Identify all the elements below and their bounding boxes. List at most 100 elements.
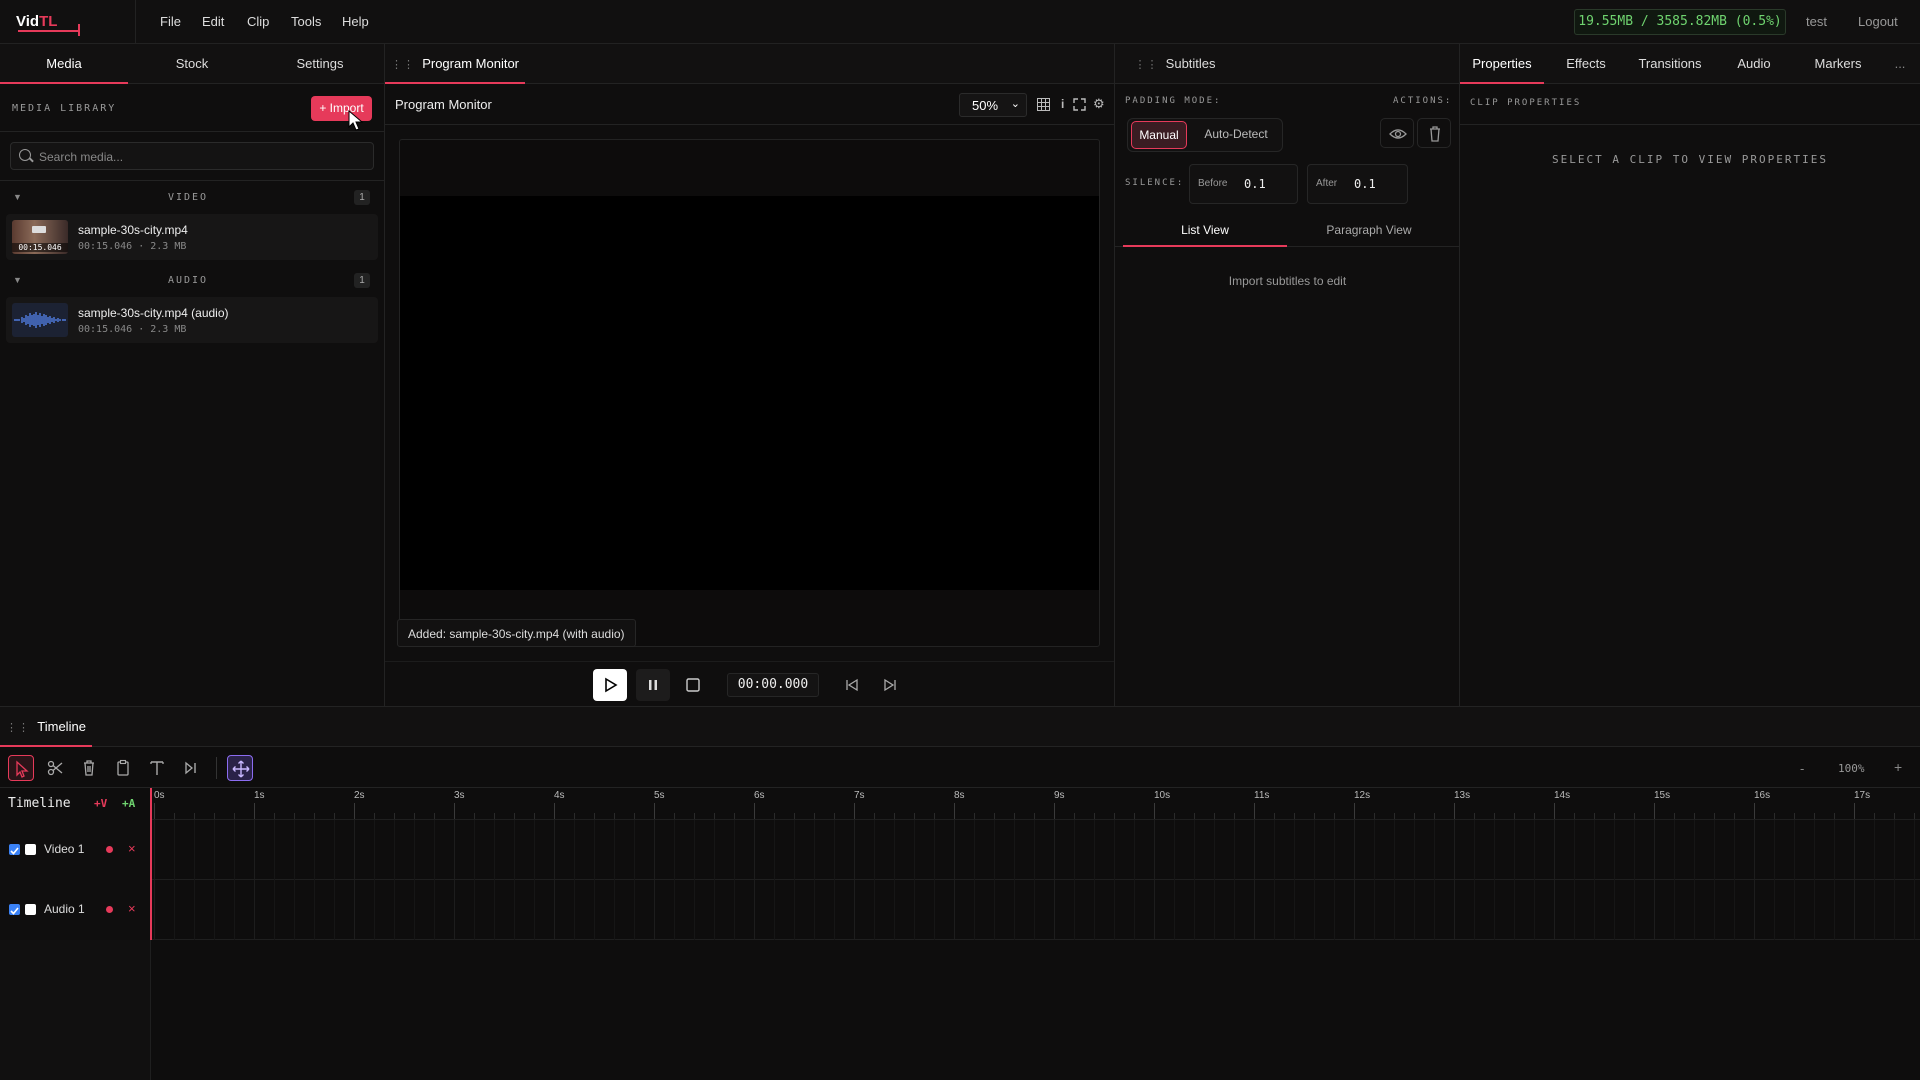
text-tool-button[interactable] <box>144 755 170 781</box>
snap-tool-button[interactable] <box>227 755 253 781</box>
remove-track-button[interactable]: × <box>128 841 136 856</box>
ruler-tick <box>1854 803 1855 819</box>
media-search[interactable] <box>10 142 374 170</box>
tab-markers[interactable]: Markers <box>1796 44 1880 84</box>
after-value[interactable]: 0.1 <box>1354 177 1376 191</box>
app-logo[interactable]: VidTL <box>0 0 136 44</box>
track-name: Video 1 <box>44 842 85 856</box>
divider <box>0 131 384 132</box>
ruler-minor-tick <box>1074 813 1075 819</box>
tab-program-monitor[interactable]: ⋮⋮ Program Monitor <box>385 44 525 84</box>
ripple-delete-button[interactable] <box>110 755 136 781</box>
tab-effects[interactable]: Effects <box>1544 44 1628 84</box>
track-lock-checkbox[interactable] <box>25 844 36 855</box>
track-visibility-checkbox[interactable] <box>9 844 20 855</box>
split-tool-button[interactable] <box>178 755 204 781</box>
menu-clip[interactable]: Clip <box>247 14 269 29</box>
grid-line <box>194 820 195 880</box>
grid-line <box>1874 820 1875 880</box>
section-audio-header[interactable]: ▼ AUDIO 1 <box>0 273 384 291</box>
gear-icon[interactable]: ⚙ <box>1093 96 1105 112</box>
tab-media[interactable]: Media <box>0 44 128 84</box>
grid-line <box>1334 880 1335 940</box>
menu-file[interactable]: File <box>160 14 181 29</box>
delete-clip-button[interactable] <box>76 755 102 781</box>
before-value[interactable]: 0.1 <box>1244 177 1266 191</box>
grid-line <box>1154 820 1155 880</box>
more-tabs-button[interactable]: ... <box>1880 44 1920 84</box>
grid-icon[interactable] <box>1037 98 1050 111</box>
tab-audio[interactable]: Audio <box>1712 44 1796 84</box>
section-video-header[interactable]: ▼ VIDEO 1 <box>0 190 384 208</box>
track-lane[interactable] <box>150 820 1920 880</box>
grid-line <box>254 820 255 880</box>
pause-button[interactable] <box>636 669 670 701</box>
skip-forward-icon[interactable] <box>883 678 897 692</box>
mode-manual-button[interactable]: Manual <box>1131 121 1187 149</box>
grid-line <box>1694 880 1695 940</box>
tab-stock[interactable]: Stock <box>128 44 256 84</box>
grid-line <box>294 820 295 880</box>
silence-after-field[interactable]: After 0.1 <box>1307 164 1408 204</box>
tab-paragraph-view[interactable]: Paragraph View <box>1287 215 1451 247</box>
razor-tool-button[interactable] <box>42 755 68 781</box>
search-input[interactable] <box>39 147 359 167</box>
drag-handle-icon[interactable]: ⋮⋮ <box>6 722 30 734</box>
mode-auto-detect-button[interactable]: Auto-Detect <box>1193 121 1279 149</box>
monitor-zoom-select[interactable]: 50% ⌄ <box>959 93 1027 117</box>
info-icon[interactable]: i <box>1061 97 1064 111</box>
record-icon[interactable] <box>106 846 113 853</box>
track-lock-checkbox[interactable] <box>25 904 36 915</box>
toggle-visibility-button[interactable] <box>1380 118 1414 148</box>
add-audio-track-button[interactable]: +A <box>122 797 135 810</box>
play-button[interactable] <box>593 669 627 701</box>
grid-line <box>1094 820 1095 880</box>
stop-button[interactable] <box>676 669 710 701</box>
grid-line <box>1654 880 1655 940</box>
fullscreen-icon[interactable] <box>1073 98 1086 111</box>
add-video-track-button[interactable]: +V <box>94 797 107 810</box>
zoom-out-button[interactable]: - <box>1800 761 1804 776</box>
select-tool-button[interactable] <box>8 755 34 781</box>
zoom-in-button[interactable]: + <box>1894 759 1902 775</box>
remove-track-button[interactable]: × <box>128 901 136 916</box>
silence-before-field[interactable]: Before 0.1 <box>1189 164 1298 204</box>
divider <box>385 124 1114 125</box>
media-item-video[interactable]: 00:15.046 sample-30s-city.mp4 00:15.046 … <box>6 214 378 260</box>
tab-settings[interactable]: Settings <box>256 44 384 84</box>
ruler-tick <box>754 803 755 819</box>
grid-line <box>1154 880 1155 940</box>
playhead[interactable] <box>150 788 152 940</box>
media-item-audio[interactable]: sample-30s-city.mp4 (audio) 00:15.046 · … <box>6 297 378 343</box>
grid-line <box>934 880 935 940</box>
grid-line <box>1534 880 1535 940</box>
time-ruler[interactable]: 0s 1s 2s 3s 4s 5s 6s 7s 8s 9s 10s 11s 12s 13s 14s 15s 16… <box>150 787 1920 820</box>
logout-button[interactable]: Logout <box>1858 14 1898 29</box>
delete-subtitles-button[interactable] <box>1417 118 1451 148</box>
tab-timeline[interactable]: ⋮⋮ Timeline <box>0 707 92 747</box>
grid-line <box>454 820 455 880</box>
grid-line <box>954 820 955 880</box>
tab-properties[interactable]: Properties <box>1460 44 1544 84</box>
drag-handle-icon[interactable]: ⋮⋮ <box>391 59 415 71</box>
track-visibility-checkbox[interactable] <box>9 904 20 915</box>
pointer-icon <box>16 760 29 778</box>
menu-help[interactable]: Help <box>342 14 369 29</box>
tab-transitions[interactable]: Transitions <box>1628 44 1712 84</box>
grid-line <box>1074 820 1075 880</box>
menu-tools[interactable]: Tools <box>291 14 321 29</box>
tab-list-view[interactable]: List View <box>1123 215 1287 247</box>
ruler-minor-tick <box>1294 813 1295 819</box>
ruler-tick <box>454 803 455 819</box>
timeline-label: Timeline <box>8 796 71 811</box>
record-icon[interactable] <box>106 906 113 913</box>
menu-edit[interactable]: Edit <box>202 14 224 29</box>
skip-back-icon[interactable] <box>845 678 859 692</box>
video-canvas[interactable] <box>400 196 1099 590</box>
media-library-title: MEDIA LIBRARY <box>12 103 117 114</box>
grid-line <box>1554 880 1555 940</box>
track-lane[interactable] <box>150 880 1920 940</box>
grid-line <box>1594 880 1595 940</box>
tab-subtitles[interactable]: ⋮⋮ Subtitles <box>1115 44 1235 84</box>
drag-handle-icon[interactable]: ⋮⋮ <box>1134 59 1158 71</box>
